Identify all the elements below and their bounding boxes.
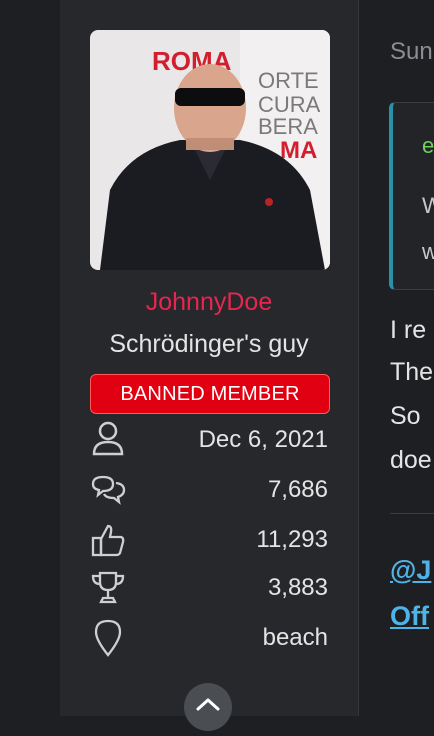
thumbs-up-icon xyxy=(90,520,126,560)
mention-link[interactable]: @J xyxy=(390,555,431,586)
messages-icon xyxy=(90,470,126,510)
user-icon xyxy=(90,420,126,460)
stat-messages-value: 7,686 xyxy=(267,476,328,503)
user-profile-sidebar: ROMA ORTE CURA BERA MA JohnnyDoe Schrödi… xyxy=(60,0,359,731)
scroll-up-button[interactable] xyxy=(184,683,232,731)
stat-reactions[interactable]: 11,293 xyxy=(90,520,328,560)
username[interactable]: JohnnyDoe xyxy=(60,288,358,317)
stat-trophies[interactable]: 3,883 xyxy=(90,568,328,608)
post-line-4: doe xyxy=(390,446,432,474)
banned-member-badge: BANNED MEMBER xyxy=(90,374,330,414)
quote-line-2: w xyxy=(422,239,434,264)
quote-author[interactable]: e xyxy=(422,133,434,159)
post-line-3: So xyxy=(390,402,421,430)
stat-location: beach xyxy=(90,618,328,658)
chevron-up-icon xyxy=(196,698,220,711)
stat-location-value: beach xyxy=(262,624,328,651)
user-title: Schrödinger's guy xyxy=(109,330,309,358)
trophy-icon xyxy=(90,568,126,608)
stat-reactions-value: 11,293 xyxy=(256,526,328,553)
stat-trophies-value: 3,883 xyxy=(267,574,328,601)
quote-block[interactable]: e W w xyxy=(389,102,434,290)
stat-joined-value: Dec 6, 2021 xyxy=(198,426,328,453)
post-header-fragment: Sun xyxy=(390,38,433,65)
stat-messages[interactable]: 7,686 xyxy=(90,470,328,510)
signature-divider xyxy=(390,513,434,514)
signature-link[interactable]: Off xyxy=(390,601,429,632)
location-pin-icon xyxy=(90,618,126,658)
left-gutter xyxy=(0,0,60,716)
post-content: Sun e W w I re The So doe @J Off xyxy=(359,0,434,716)
avatar-text-line2: ORTE xyxy=(258,68,319,93)
quote-line-1: W xyxy=(422,193,434,218)
avatar-text-line4: BERA xyxy=(258,114,318,139)
post-line-1: I re xyxy=(390,316,427,344)
avatar-image: ROMA ORTE CURA BERA MA xyxy=(90,30,330,270)
avatar[interactable]: ROMA ORTE CURA BERA MA xyxy=(90,30,330,270)
stat-joined: Dec 6, 2021 xyxy=(90,420,328,460)
post-line-2: The xyxy=(390,358,434,386)
